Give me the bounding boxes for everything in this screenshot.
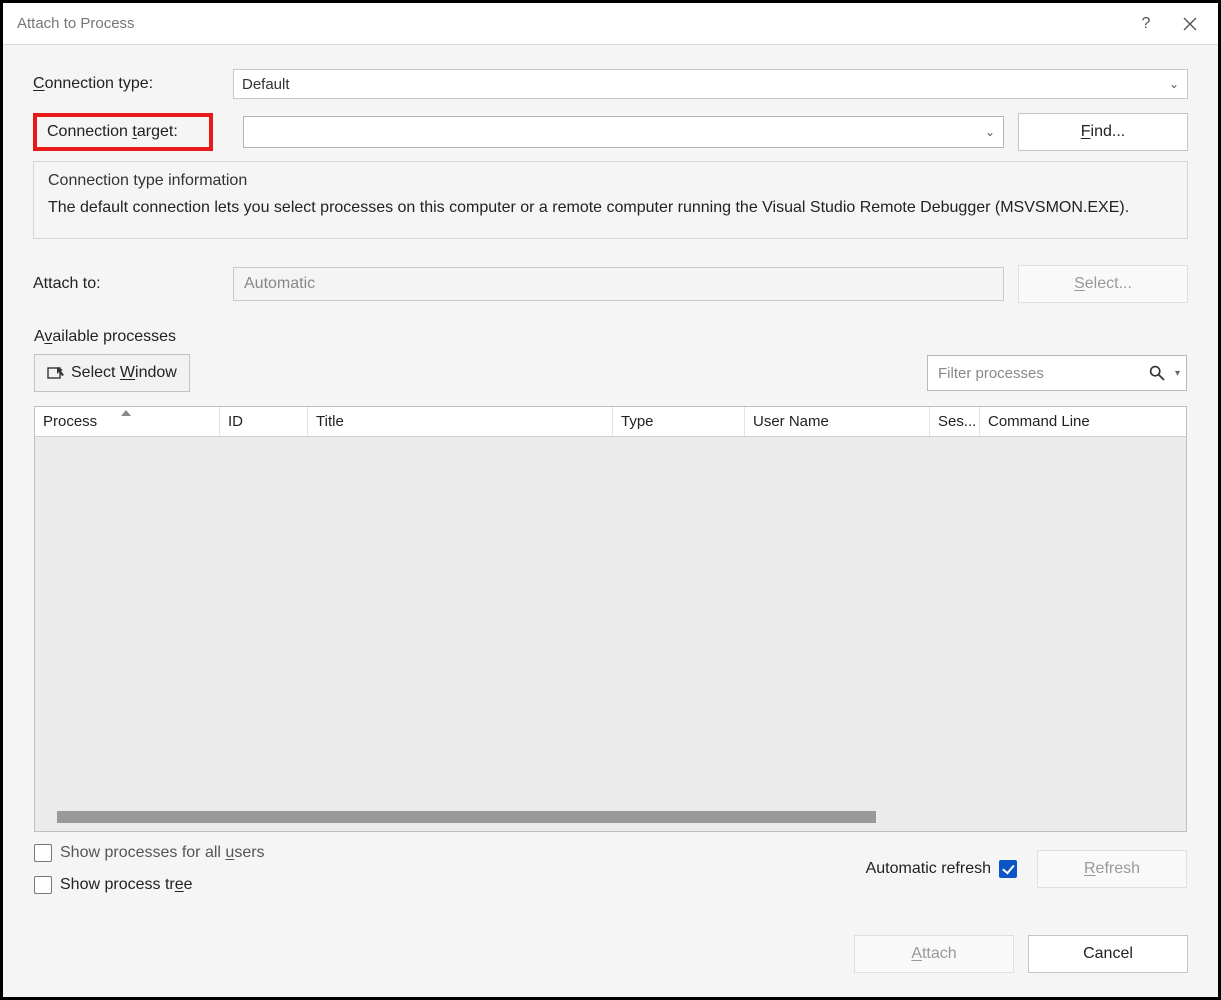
- column-title[interactable]: Title: [308, 407, 613, 436]
- show-all-users-checkbox[interactable]: Show processes for all users: [34, 844, 265, 862]
- connection-type-row: Connection type: Default ⌄: [33, 69, 1188, 99]
- select-button[interactable]: Select...: [1018, 265, 1188, 303]
- column-command-line[interactable]: Command Line: [980, 407, 1186, 436]
- connection-type-label: Connection type:: [33, 75, 233, 93]
- available-processes-label: Available processes: [34, 328, 1187, 346]
- connection-info-group: Connection type information The default …: [33, 161, 1188, 239]
- connection-target-label: Connection target:: [33, 113, 213, 151]
- connection-type-dropdown[interactable]: Default ⌄: [233, 69, 1188, 99]
- column-user-name[interactable]: User Name: [745, 407, 930, 436]
- checkbox-icon: [34, 844, 52, 862]
- column-process[interactable]: Process: [35, 407, 220, 436]
- grid-body: [35, 437, 1186, 831]
- column-session[interactable]: Ses...: [930, 407, 980, 436]
- filter-placeholder: Filter processes: [938, 365, 1044, 382]
- connection-target-row: Connection target: ⌄ Find...: [33, 113, 1188, 151]
- filter-processes-input[interactable]: Filter processes ▾: [927, 355, 1187, 391]
- chevron-down-icon: ⌄: [985, 125, 995, 139]
- automatic-refresh-checkbox[interactable]: Automatic refresh: [866, 860, 1017, 878]
- help-button[interactable]: ?: [1124, 3, 1168, 45]
- grid-footer-row: Show processes for all users Show proces…: [34, 844, 1187, 894]
- refresh-button[interactable]: Refresh: [1037, 850, 1187, 888]
- checkbox-checked-icon: [999, 860, 1017, 878]
- cancel-button[interactable]: Cancel: [1028, 935, 1188, 973]
- connection-type-value: Default: [242, 76, 290, 93]
- horizontal-scrollbar[interactable]: [57, 811, 876, 823]
- column-type[interactable]: Type: [613, 407, 745, 436]
- chevron-down-icon: ▾: [1175, 368, 1180, 379]
- close-icon: [1183, 17, 1197, 31]
- process-toolbar: Select Window Filter processes ▾: [34, 354, 1187, 392]
- attach-to-field: Automatic: [233, 267, 1004, 301]
- connection-info-text: The default connection lets you select p…: [48, 196, 1173, 220]
- search-icon: [1149, 365, 1165, 381]
- select-window-button[interactable]: Select Window: [34, 354, 190, 392]
- column-id[interactable]: ID: [220, 407, 308, 436]
- attach-to-label: Attach to:: [33, 275, 233, 293]
- process-grid[interactable]: Process ID Title Type User Name Ses... C…: [34, 406, 1187, 832]
- connection-info-title: Connection type information: [48, 172, 1173, 190]
- attach-button[interactable]: Attach: [854, 935, 1014, 973]
- attach-to-process-dialog: Attach to Process ? Connection type: Def…: [0, 0, 1221, 1000]
- select-window-icon: [47, 365, 65, 381]
- dialog-body: Connection type: Default ⌄ Connection ta…: [3, 45, 1218, 915]
- checkbox-icon: [34, 876, 52, 894]
- chevron-down-icon: ⌄: [1169, 77, 1179, 91]
- close-button[interactable]: [1168, 3, 1212, 45]
- dialog-footer: Attach Cancel: [3, 915, 1218, 997]
- titlebar: Attach to Process ?: [3, 3, 1218, 45]
- attach-to-value: Automatic: [244, 275, 315, 293]
- available-processes-section: Available processes Select Window Filter…: [33, 327, 1188, 895]
- show-process-tree-checkbox[interactable]: Show process tree: [34, 876, 265, 894]
- find-button[interactable]: Find...: [1018, 113, 1188, 151]
- connection-target-dropdown[interactable]: ⌄: [243, 116, 1004, 148]
- attach-to-row: Attach to: Automatic Select...: [33, 265, 1188, 303]
- window-title: Attach to Process: [17, 15, 135, 32]
- grid-header: Process ID Title Type User Name Ses... C…: [35, 407, 1186, 437]
